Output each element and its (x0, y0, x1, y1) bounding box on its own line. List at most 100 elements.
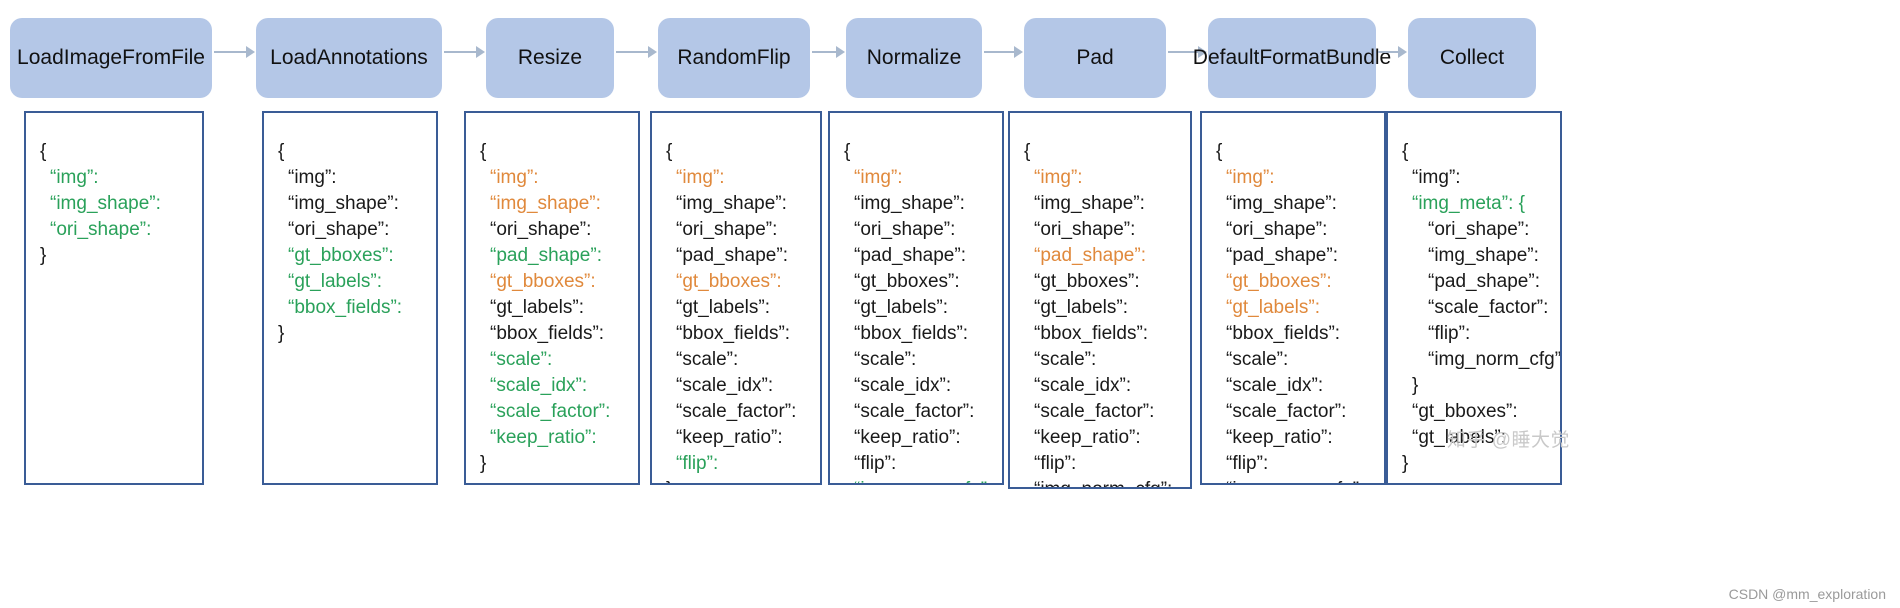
data-dict-panel-normalize: {“img”: “img_shape”: “ori_shape”: “pad_shap… (828, 111, 1004, 485)
dict-key-line: “pad_shape”: (1226, 245, 1338, 266)
csdn-watermark: CSDN @mm_exploration (1728, 586, 1886, 602)
dict-key-line: “img_norm_cfg”: (1428, 349, 1562, 370)
pipeline-stage-randomflip[interactable]: RandomFlip (658, 18, 810, 98)
dict-key-line: “gt_labels”: (288, 271, 382, 292)
pipeline-stage-normalize[interactable]: Normalize (846, 18, 982, 98)
pipeline-stage-loadimagefromfile[interactable]: LoadImageFromFile (10, 18, 212, 98)
data-dict-code: {“img”: “img_shape”: “ori_shape”: “gt_bboxe… (264, 113, 436, 347)
dict-key-line: “flip”: (1428, 323, 1471, 344)
dict-key-line: “gt_labels”: (854, 297, 948, 318)
dict-key-line: “flip”: (854, 453, 897, 474)
dict-key-line: { (1024, 141, 1031, 162)
dict-key-line: “ori_shape”: (288, 219, 390, 240)
dict-key-line: “img”: (50, 167, 99, 188)
pipeline-diagram: LoadImageFromFile LoadAnnotations Resize Ra… (0, 0, 1900, 608)
dict-key-line: “img_shape”: (854, 193, 965, 214)
dict-key-line: “gt_labels”: (1034, 297, 1128, 318)
dict-key-line: “scale_idx”: (1226, 375, 1324, 396)
dict-key-line: { (666, 141, 673, 162)
dict-key-line: “bbox_fields”: (490, 323, 605, 344)
dict-key-line: “img_norm_cfg”: (830, 477, 1002, 483)
dict-key-line: “pad_shape”: (676, 245, 788, 266)
data-dict-panel-defaultformatbundle: {“img”: “img_shape”: “ori_shape”: “pad_shap… (1200, 111, 1386, 485)
pipeline-stage-collect[interactable]: Collect (1408, 18, 1536, 98)
data-dict-code: {“img”: “img_shape”: “ori_shape”: “pad_shap… (652, 113, 820, 483)
dict-key-line: “gt_labels”: (1226, 297, 1320, 318)
dict-key-line: “img_norm_cfg”: (1202, 477, 1384, 483)
dict-key-line: “pad_shape”: (490, 245, 602, 266)
dict-key-line: “bbox_fields”: (676, 323, 791, 344)
dict-key-line: “img_shape”: (676, 193, 787, 214)
data-dict-code: {“img”: “img_shape”: “ori_shape”: “pad_shap… (830, 113, 1002, 483)
dict-key-line: “scale_idx”: (1034, 375, 1132, 396)
data-dict-code: {“img”: “img_shape”: “ori_shape”: “pad_shap… (1202, 113, 1384, 483)
pipeline-stage-loadannotations[interactable]: LoadAnnotations (256, 18, 442, 98)
dict-key-line: “scale_factor”: (1428, 297, 1549, 318)
dict-key-line: “img”: (288, 167, 337, 188)
data-dict-panel-pad: {“img”: “img_shape”: “ori_shape”: “pad_shap… (1008, 111, 1192, 489)
dict-key-line: “img_shape”: (50, 193, 161, 214)
dict-key-line: “img”: (490, 167, 539, 188)
dict-key-line: { (844, 141, 851, 162)
dict-key-line: “gt_bboxes”: (1412, 401, 1518, 422)
dict-key-line: “keep_ratio”: (1226, 427, 1333, 448)
dict-key-line: “scale”: (1226, 349, 1289, 370)
dict-key-line: “ori_shape”: (490, 219, 592, 240)
dict-key-line: “gt_labels”: (676, 297, 770, 318)
dict-key-line: “ori_shape”: (50, 219, 152, 240)
dict-key-line: } (652, 477, 820, 483)
dict-key-line: “flip”: (676, 453, 719, 474)
dict-key-line: “scale_factor”: (490, 401, 611, 422)
right-arrow-icon (212, 12, 256, 92)
dict-key-line: “img_shape”: (1034, 193, 1145, 214)
dict-key-line: “scale”: (676, 349, 739, 370)
dict-key-line: “gt_bboxes”: (1034, 271, 1140, 292)
dict-key-line: “img”: (1226, 167, 1275, 188)
dict-key-line: “scale_factor”: (1226, 401, 1347, 422)
dict-key-line: “gt_bboxes”: (288, 245, 394, 266)
dict-key-line: “bbox_fields”: (288, 297, 403, 318)
dict-key-line: “img_shape”: (288, 193, 399, 214)
right-arrow-icon (810, 12, 846, 92)
data-dict-code: {“img”: “img_meta”: {“ori_shape”: “img_sha… (1388, 113, 1560, 477)
dict-key-line: } (1412, 375, 1419, 396)
data-dict-panel-resize: {“img”: “img_shape”: “ori_shape”: “pad_shap… (464, 111, 640, 485)
dict-key-line: “scale_idx”: (676, 375, 774, 396)
dict-key-line: “img”: (1412, 167, 1461, 188)
dict-key-line: “scale_factor”: (676, 401, 797, 422)
dict-key-line: “scale_factor”: (1034, 401, 1155, 422)
right-arrow-icon (1376, 12, 1408, 92)
right-arrow-icon (982, 12, 1024, 92)
data-dict-panel-loadannotations: {“img”: “img_shape”: “ori_shape”: “gt_bboxe… (262, 111, 438, 485)
dict-key-line: “img_shape”: (490, 193, 601, 214)
dict-key-line: } (278, 323, 285, 344)
dict-key-line: { (480, 141, 487, 162)
dict-key-line: “pad_shape”: (1034, 245, 1146, 266)
pipeline-stage-resize[interactable]: Resize (486, 18, 614, 98)
pipeline-stage-defaultformatbundle[interactable]: DefaultFormatBundle (1193, 18, 1391, 98)
right-arrow-icon (442, 12, 486, 92)
dict-key-line: “pad_shape”: (854, 245, 966, 266)
dict-key-line: “gt_labels”: (490, 297, 584, 318)
dict-key-line: “ori_shape”: (1428, 219, 1530, 240)
dict-key-line: “img_shape”: (1428, 245, 1539, 266)
data-dict-code: {“img”: “img_shape”: “ori_shape”: “pad_shap… (1010, 113, 1190, 487)
dict-key-line: “ori_shape”: (854, 219, 956, 240)
dict-key-line: “keep_ratio”: (1034, 427, 1141, 448)
dict-key-line: { (1402, 141, 1409, 162)
dict-key-line: { (278, 141, 285, 162)
dict-key-line: “ori_shape”: (676, 219, 778, 240)
dict-key-line: “bbox_fields”: (854, 323, 969, 344)
dict-key-line: “ori_shape”: (1226, 219, 1328, 240)
dict-key-line: } (1402, 453, 1409, 474)
dict-key-line: “scale”: (490, 349, 553, 370)
dict-key-line: “flip”: (1226, 453, 1269, 474)
dict-key-line: “pad_shape”: (1428, 271, 1540, 292)
dict-key-line: “img”: (676, 167, 725, 188)
dict-key-line: “keep_ratio”: (854, 427, 961, 448)
dict-key-line: { (1216, 141, 1223, 162)
pipeline-stage-pad[interactable]: Pad (1024, 18, 1166, 98)
dict-key-line: “gt_bboxes”: (676, 271, 782, 292)
right-arrow-icon (614, 12, 658, 92)
data-dict-code: {“img”: “img_shape”: “ori_shape”: “pad_shap… (466, 113, 638, 477)
